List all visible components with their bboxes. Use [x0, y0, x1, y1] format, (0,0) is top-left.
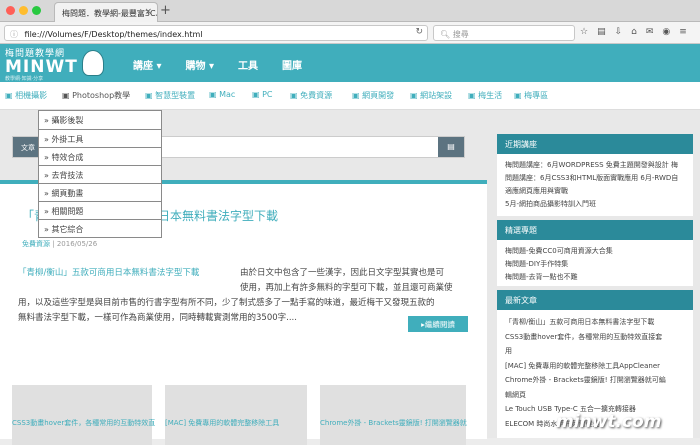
dropdown-item[interactable]: » 其它綜合: [39, 219, 161, 237]
tab-close-icon[interactable]: ×: [144, 7, 152, 17]
category-camera[interactable]: ▣ 相機攝影: [5, 90, 47, 101]
window-controls: [6, 6, 41, 15]
sidebar-link[interactable]: 5月-網拍商品攝影特訓入門班: [505, 198, 685, 211]
category-photoshop[interactable]: ▣ Photoshop教學: [62, 90, 130, 101]
sidebar-recent-lectures: 近期講座 梅問題講座：6月WORDPRESS 免費主題開發與設計 梅 問題講座：…: [497, 134, 693, 216]
search-icon: ▤: [447, 142, 455, 151]
category-bar: ▣ 相機攝影 ▣ Photoshop教學 ▣ 智慧型裝置 ▣ Mac ▣ PC …: [0, 82, 700, 110]
logo-line-2: MINWT: [5, 57, 78, 77]
browser-tool-icons: ☆ ▤ ⇩ ⌂ ✉ ◉ ≡: [580, 27, 687, 37]
read-more-button[interactable]: ▸繼續閱讀: [408, 316, 468, 332]
category-smart-devices-icon: ▣: [145, 91, 156, 100]
sidebar-link[interactable]: 梅問題講座：6月WORDPRESS 免費主題開發與設計 梅: [505, 159, 685, 172]
pocket-icon[interactable]: ◉: [662, 27, 670, 37]
card-title[interactable]: CSS3動畫hover套件，各種常用的互動特效直: [12, 418, 155, 428]
sidebar-link[interactable]: CSS3動畫hover套件，各種常用的互動特效直接套: [505, 330, 685, 345]
sidebar-featured-topics: 精選專題 梅問題-免費CC0可商用資源大合集 梅問題-DIY手作特集 梅問題-去…: [497, 220, 693, 286]
new-tab-button[interactable]: +: [160, 3, 171, 18]
dropdown-item[interactable]: » 相關問題: [39, 201, 161, 219]
logo-line-3: 教學網·知識·分享: [5, 76, 44, 82]
search-icon: 🔍︎: [440, 30, 451, 39]
category-site-building-icon: ▣: [410, 91, 421, 100]
category-site-building[interactable]: ▣ 網站架設: [410, 90, 452, 101]
card-title[interactable]: [MAC] 免費專用的軟體完整移除工具: [165, 418, 279, 428]
category-life-icon: ▣: [468, 91, 479, 100]
sidebar-link[interactable]: [MAC] 免費專用的軟體完整移除工具AppCleaner: [505, 359, 685, 374]
search-button[interactable]: ▤: [438, 137, 464, 157]
reload-icon[interactable]: ↻: [415, 27, 423, 37]
share-icon[interactable]: ✉: [646, 27, 654, 37]
category-free-resources-icon: ▣: [290, 91, 301, 100]
sidebar-link[interactable]: 「青柳/衡山」五款可商用日本無料書法字型下載: [505, 315, 685, 330]
card-thumbnail[interactable]: [320, 385, 466, 445]
main-nav-item-tools[interactable]: 工具: [238, 57, 258, 72]
category-pc[interactable]: ▣ PC: [252, 90, 273, 99]
category-mac-icon: ▣: [209, 90, 220, 99]
sidebar: 近期講座 梅問題講座：6月WORDPRESS 免費主題開發與設計 梅 問題講座：…: [497, 130, 693, 438]
browser-search-input[interactable]: 🔍︎ 搜尋: [433, 25, 575, 41]
category-special-icon: ▣: [514, 91, 525, 100]
mascot-logo-icon: [82, 50, 104, 76]
category-web-dev-icon: ▣: [352, 91, 363, 100]
post-category[interactable]: 免費資源: [22, 240, 50, 248]
dropdown-item[interactable]: » 去背技法: [39, 165, 161, 183]
menu-icon[interactable]: ≡: [679, 27, 687, 37]
post-meta: 免費資源 | 2016/05/26: [22, 239, 97, 249]
sidebar-link[interactable]: 用: [505, 344, 685, 359]
star-icon[interactable]: ☆: [580, 27, 588, 37]
category-pc-icon: ▣: [252, 90, 263, 99]
browser-tab-bar: 梅問題．教學網-最豐富3C、旅遊... × +: [0, 0, 700, 22]
category-photoshop-icon: ▣: [62, 91, 73, 100]
watermark: minwt.com: [556, 412, 662, 432]
card-thumbnail[interactable]: [165, 385, 307, 445]
maximize-window-icon[interactable]: [32, 6, 41, 15]
main-nav-item-shopping[interactable]: 購物 ▾: [186, 57, 215, 72]
address-bar-url: file:///Volumes/F/Desktop/themes/index.h…: [24, 30, 203, 39]
close-window-icon[interactable]: [6, 6, 15, 15]
sidebar-heading: 最新文章: [497, 290, 693, 310]
post-excerpt: 「青柳/衡山」五款可商用日本無料書法字型下載 由於日文中包含了一些漢字，因此日文字…: [18, 266, 453, 323]
minimize-window-icon[interactable]: [19, 6, 28, 15]
sidebar-link[interactable]: 梅問題-DIY手作特集: [505, 258, 685, 271]
dropdown-item[interactable]: » 網頁動畫: [39, 183, 161, 201]
card-title[interactable]: Chrome外掛 - Brackets靈鏡版! 打開瀏覽器就: [320, 418, 467, 428]
browser-tab[interactable]: 梅問題．教學網-最豐富3C、旅遊... ×: [54, 2, 158, 22]
sidebar-heading: 精選專題: [497, 220, 693, 240]
download-icon[interactable]: ⇩: [615, 27, 623, 37]
post-cards: CSS3動畫hover套件，各種常用的互動特效直 [MAC] 免費專用的軟體完整…: [0, 349, 487, 445]
main-nav-item-lectures[interactable]: 講座 ▾: [133, 57, 162, 72]
sidebar-link[interactable]: 輯網頁: [505, 388, 685, 403]
dropdown-item[interactable]: » 攝影後製: [39, 111, 161, 129]
reading-list-icon[interactable]: ▤: [597, 27, 606, 37]
post-link-text: 「青柳/衡山」五款可商用日本無料書法字型下載: [18, 268, 200, 278]
page-info-icon[interactable]: ⓘ: [10, 30, 18, 39]
home-icon[interactable]: ⌂: [631, 27, 637, 37]
sidebar-link[interactable]: 適應網頁應用與實戰: [505, 185, 685, 198]
browser-search-placeholder: 搜尋: [452, 30, 469, 39]
category-life[interactable]: ▣ 梅生活: [468, 90, 502, 101]
browser-toolbar: ⓘ file:///Volumes/F/Desktop/themes/index…: [0, 22, 700, 44]
address-bar[interactable]: ⓘ file:///Volumes/F/Desktop/themes/index…: [4, 25, 428, 41]
sidebar-heading: 近期講座: [497, 134, 693, 154]
site-header: 梅問題教學網 MINWT 教學網·知識·分享 講座 ▾ 購物 ▾ 工具 圖庫: [0, 44, 700, 82]
category-smart-devices[interactable]: ▣ 智慧型裝置: [145, 90, 195, 101]
card-thumbnail[interactable]: [12, 385, 152, 445]
category-web-dev[interactable]: ▣ 網頁開發: [352, 90, 394, 101]
sidebar-link[interactable]: 問題講座：6月CSS3和HTML版面實戰應用 6月-RWD自: [505, 172, 685, 185]
sidebar-link[interactable]: 梅問題-免費CC0可商用資源大合集: [505, 245, 685, 258]
dropdown-item[interactable]: » 外掛工具: [39, 129, 161, 147]
main-nav-item-gallery[interactable]: 圖庫: [282, 57, 302, 72]
dropdown-item[interactable]: » 特效合成: [39, 147, 161, 165]
photoshop-dropdown-menu: » 攝影後製 » 外掛工具 » 特效合成 » 去背技法 » 網頁動畫 » 相關問…: [38, 110, 162, 238]
post-link[interactable]: 「青柳/衡山」五款可商用日本無料書法字型下載: [18, 266, 240, 281]
sidebar-link[interactable]: 梅問題-去背一點也不難: [505, 271, 685, 284]
main-nav: 講座 ▾ 購物 ▾ 工具 圖庫: [133, 57, 326, 72]
category-camera-icon: ▣: [5, 91, 16, 100]
category-free-resources[interactable]: ▣ 免費資源: [290, 90, 332, 101]
site-logo[interactable]: 梅問題教學網 MINWT 教學網·知識·分享: [5, 46, 78, 82]
sidebar-link[interactable]: Chrome外掛 - Brackets靈鏡版! 打開瀏覽器就可編: [505, 373, 685, 388]
category-mac[interactable]: ▣ Mac: [209, 90, 235, 99]
post-date: 2016/05/26: [56, 240, 98, 248]
category-special[interactable]: ▣ 梅專區: [514, 90, 548, 101]
